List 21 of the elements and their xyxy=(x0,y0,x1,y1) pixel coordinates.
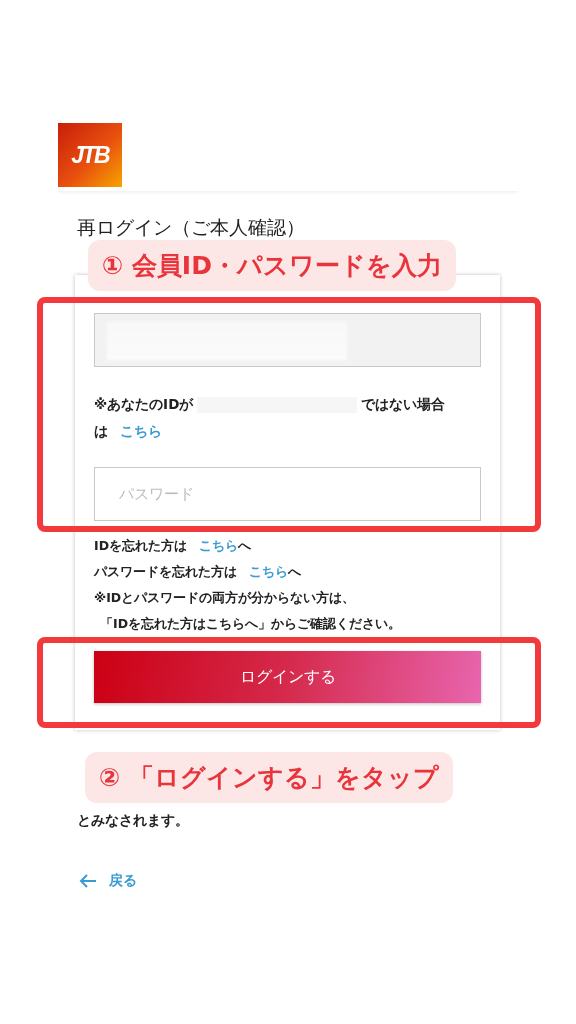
login-button[interactable]: ログインする xyxy=(94,651,481,703)
callout-label: ② 「ログインする」をタップ xyxy=(85,752,453,803)
callout-label: ① 会員ID・パスワードを入力 xyxy=(88,240,456,291)
help-text: IDを忘れた方は xyxy=(94,537,188,555)
page-heading: 再ログイン（ご本人確認） xyxy=(77,215,306,239)
help-note: ※IDとパスワードの両方が分からない方は、 xyxy=(94,589,357,607)
logo: JTB xyxy=(58,123,122,187)
help-text: へ xyxy=(238,537,252,555)
link[interactable]: こちら xyxy=(249,559,288,585)
notice-text: は xyxy=(94,422,108,441)
notice-text: ではない場合 xyxy=(361,395,446,414)
link[interactable]: こちら xyxy=(120,418,162,445)
notice-text: とみなされます。 xyxy=(77,811,189,830)
back-arrow-icon xyxy=(79,874,97,888)
back-link[interactable]: 戻る xyxy=(79,872,137,890)
help-note: 「IDを忘れた方はこちらへ」からご確認ください。 xyxy=(99,615,403,633)
help-text: へ xyxy=(288,563,301,581)
notice-text: ※あなたのIDが xyxy=(94,395,194,414)
password-field[interactable]: パスワード xyxy=(94,467,481,521)
link[interactable]: こちら xyxy=(199,533,239,559)
help-text: パスワードを忘れた方は xyxy=(94,563,237,581)
